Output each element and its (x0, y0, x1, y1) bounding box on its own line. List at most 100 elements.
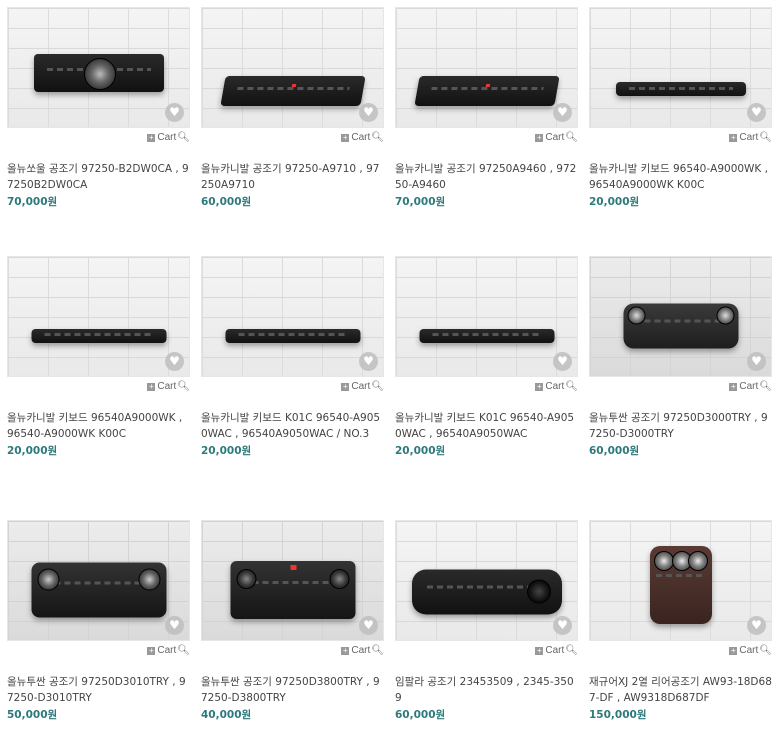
product-card: ♥ + Cart🔍︎ 올뉴카니발 키보드 K01C 96540-A9050WAC … (395, 256, 578, 458)
plus-icon[interactable]: + (535, 646, 544, 655)
cart-row: + Cart🔍︎ (395, 381, 578, 399)
heart-icon[interactable]: ♥ (165, 352, 184, 371)
cart-row: + Cart🔍︎ (201, 132, 384, 150)
product-card: ♥ + Cart🔍︎ 올뉴카니발 키보드 K01C 96540-A9050WAC … (201, 256, 384, 458)
magnifier-icon[interactable]: 🔍︎ (565, 132, 578, 143)
product-image[interactable]: ♥ (201, 520, 384, 641)
product-card: ♥ + Cart🔍︎ 재규어XJ 2열 리어공조기 AW93-18D687-DF … (589, 520, 772, 722)
product-image[interactable]: ♥ (395, 520, 578, 641)
cart-row: + Cart🔍︎ (395, 132, 578, 150)
product-image[interactable]: ♥ (589, 256, 772, 377)
heart-icon[interactable]: ♥ (359, 616, 378, 635)
heart-icon[interactable]: ♥ (553, 352, 572, 371)
cart-button[interactable]: Cart (739, 381, 758, 392)
cart-button[interactable]: Cart (157, 381, 176, 392)
cart-row: + Cart🔍︎ (7, 645, 190, 663)
heart-icon[interactable]: ♥ (165, 103, 184, 122)
product-title[interactable]: 올뉴투싼 공조기 97250D3010TRY , 97250-D3010TRY (7, 675, 190, 706)
plus-icon[interactable]: + (147, 646, 156, 655)
product-card: ♥ + Cart🔍︎ 올뉴투싼 공조기 97250D3010TRY , 97250… (7, 520, 190, 722)
product-price: 70,000원 (7, 196, 58, 208)
product-title[interactable]: 올뉴카니발 키보드 96540-A9000WK , 96540A9000WK K… (589, 162, 772, 193)
product-card: ♥ + Cart🔍︎ 올뉴투싼 공조기 97250D3800TRY , 97250… (201, 520, 384, 722)
magnifier-icon[interactable]: 🔍︎ (177, 645, 190, 656)
magnifier-icon[interactable]: 🔍︎ (371, 645, 384, 656)
product-title[interactable]: 올뉴카니발 공조기 97250A9460 , 97250-A9460 (395, 162, 578, 193)
heart-icon[interactable]: ♥ (747, 103, 766, 122)
cart-row: + Cart🔍︎ (201, 645, 384, 663)
plus-icon[interactable]: + (729, 382, 738, 391)
heart-icon[interactable]: ♥ (165, 616, 184, 635)
cart-button[interactable]: Cart (157, 132, 176, 143)
heart-icon[interactable]: ♥ (359, 352, 378, 371)
product-title[interactable]: 임팔라 공조기 23453509 , 2345-3509 (395, 675, 578, 706)
magnifier-icon[interactable]: 🔍︎ (759, 645, 772, 656)
product-image[interactable]: ♥ (395, 256, 578, 377)
magnifier-icon[interactable]: 🔍︎ (565, 381, 578, 392)
product-image[interactable]: ♥ (395, 7, 578, 128)
product-title[interactable]: 올뉴투싼 공조기 97250D3800TRY , 97250-D3800TRY (201, 675, 384, 706)
plus-icon[interactable]: + (535, 382, 544, 391)
cart-button[interactable]: Cart (545, 132, 564, 143)
product-price: 60,000원 (201, 196, 252, 208)
product-title[interactable]: 올뉴카니발 공조기 97250-A9710 , 97250A9710 (201, 162, 384, 193)
magnifier-icon[interactable]: 🔍︎ (371, 132, 384, 143)
cart-row: + Cart🔍︎ (395, 645, 578, 663)
cart-button[interactable]: Cart (351, 381, 370, 392)
product-image[interactable]: ♥ (589, 520, 772, 641)
product-price: 20,000원 (201, 445, 252, 457)
product-title[interactable]: 올뉴투싼 공조기 97250D3000TRY , 97250-D3000TRY (589, 411, 772, 442)
product-price: 20,000원 (589, 196, 640, 208)
heart-icon[interactable]: ♥ (359, 103, 378, 122)
magnifier-icon[interactable]: 🔍︎ (759, 132, 772, 143)
product-image[interactable]: ♥ (201, 7, 384, 128)
product-image[interactable]: ♥ (589, 7, 772, 128)
product-title[interactable]: 올뉴카니발 키보드 96540A9000WK , 96540-A9000WK K… (7, 411, 190, 442)
product-title[interactable]: 올뉴카니발 키보드 K01C 96540-A9050WAC , 96540A90… (395, 411, 578, 442)
magnifier-icon[interactable]: 🔍︎ (177, 132, 190, 143)
cart-button[interactable]: Cart (157, 645, 176, 656)
product-title[interactable]: 올뉴쏘울 공조기 97250-B2DW0CA , 97250B2DW0CA (7, 162, 190, 193)
heart-icon[interactable]: ♥ (747, 616, 766, 635)
plus-icon[interactable]: + (147, 382, 156, 391)
cart-button[interactable]: Cart (545, 645, 564, 656)
heart-icon[interactable]: ♥ (553, 616, 572, 635)
product-price: 40,000원 (201, 709, 252, 721)
heart-icon[interactable]: ♥ (553, 103, 572, 122)
plus-icon[interactable]: + (341, 646, 350, 655)
plus-icon[interactable]: + (147, 133, 156, 142)
cart-button[interactable]: Cart (739, 645, 758, 656)
magnifier-icon[interactable]: 🔍︎ (371, 381, 384, 392)
plus-icon[interactable]: + (729, 646, 738, 655)
product-title[interactable]: 재규어XJ 2열 리어공조기 AW93-18D687-DF , AW9318D6… (589, 675, 772, 706)
product-title[interactable]: 올뉴카니발 키보드 K01C 96540-A9050WAC , 96540A90… (201, 411, 384, 442)
plus-icon[interactable]: + (341, 133, 350, 142)
plus-icon[interactable]: + (341, 382, 350, 391)
product-card: ♥ + Cart🔍︎ 올뉴카니발 공조기 97250A9460 , 97250-A… (395, 7, 578, 209)
product-price: 20,000원 (7, 445, 58, 457)
cart-row: + Cart🔍︎ (7, 381, 190, 399)
product-card: ♥ + Cart🔍︎ 올뉴쏘울 공조기 97250-B2DW0CA , 97250… (7, 7, 190, 209)
cart-button[interactable]: Cart (739, 132, 758, 143)
cart-button[interactable]: Cart (351, 645, 370, 656)
cart-row: + Cart🔍︎ (589, 132, 772, 150)
magnifier-icon[interactable]: 🔍︎ (759, 381, 772, 392)
product-card: ♥ + Cart🔍︎ 올뉴카니발 키보드 96540A9000WK , 96540… (7, 256, 190, 458)
cart-button[interactable]: Cart (545, 381, 564, 392)
product-card: ♥ + Cart🔍︎ 올뉴투싼 공조기 97250D3000TRY , 97250… (589, 256, 772, 458)
product-image[interactable]: ♥ (7, 7, 190, 128)
product-card: ♥ + Cart🔍︎ 올뉴카니발 공조기 97250-A9710 , 97250A… (201, 7, 384, 209)
plus-icon[interactable]: + (729, 133, 738, 142)
product-card: ♥ + Cart🔍︎ 임팔라 공조기 23453509 , 2345-3509 6… (395, 520, 578, 722)
cart-row: + Cart🔍︎ (589, 381, 772, 399)
product-image[interactable]: ♥ (7, 256, 190, 377)
cart-button[interactable]: Cart (351, 132, 370, 143)
heart-icon[interactable]: ♥ (747, 352, 766, 371)
magnifier-icon[interactable]: 🔍︎ (565, 645, 578, 656)
product-price: 50,000원 (7, 709, 58, 721)
product-image[interactable]: ♥ (201, 256, 384, 377)
magnifier-icon[interactable]: 🔍︎ (177, 381, 190, 392)
product-image[interactable]: ♥ (7, 520, 190, 641)
cart-row: + Cart🔍︎ (201, 381, 384, 399)
plus-icon[interactable]: + (535, 133, 544, 142)
